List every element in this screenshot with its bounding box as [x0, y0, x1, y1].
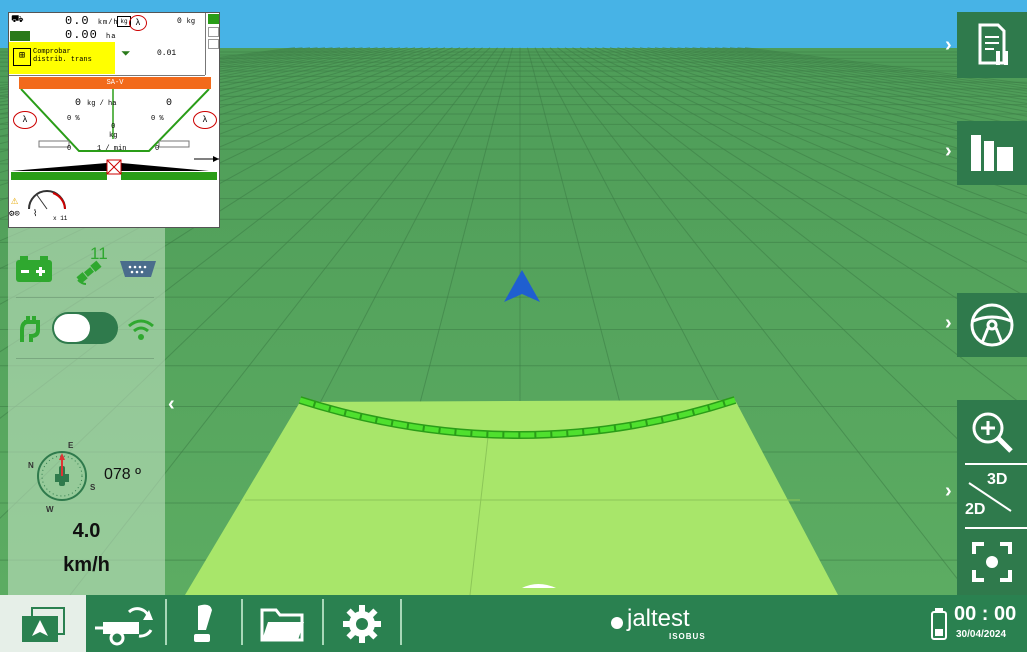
spread-bar — [11, 156, 219, 180]
view-chevron[interactable]: › — [945, 480, 952, 503]
brand-name: jaltest — [627, 605, 690, 632]
sections-icon — [971, 135, 1013, 171]
status-panel: 11 E N S W 078 º 4.0 km/h — [8, 228, 165, 595]
tab-settings[interactable] — [324, 595, 400, 652]
view-mode-toggle[interactable]: 3D 2D — [957, 465, 1027, 527]
tab-map[interactable] — [0, 595, 86, 652]
wifi-icon — [128, 319, 154, 340]
mode-2d-label: 2D — [965, 501, 986, 518]
pto-icon: ⚙⊙ — [9, 209, 20, 219]
ground-speed-value: 4.0 — [72, 520, 101, 542]
left-pct: 0 % — [67, 115, 80, 123]
distributor-icon: ⊞ — [13, 48, 31, 66]
isobus-rate: 0.01 — [157, 49, 177, 58]
right-lambda-icon: λ — [193, 111, 217, 129]
alert-icon: ⚠ — [11, 194, 19, 208]
compass-w: W — [46, 505, 54, 514]
center-view-button[interactable] — [957, 529, 1027, 595]
isobus-speed: 0.0 km/h — [65, 14, 119, 28]
steering-wheel-icon — [970, 303, 1014, 347]
compass-n: N — [28, 461, 34, 470]
sections-button[interactable] — [957, 121, 1027, 185]
implement-sync-icon — [95, 606, 153, 645]
zoom-in-icon — [972, 412, 1013, 453]
ground-speed-unit: km/h — [63, 554, 110, 576]
funnel-icon: ⏷ — [121, 47, 131, 61]
warning-box[interactable]: ⊞ Comprobar distrib. trans — [9, 42, 115, 74]
tab-implement[interactable] — [86, 595, 164, 652]
steering-chevron[interactable]: › — [945, 312, 952, 335]
multiplier: x 11 — [53, 215, 68, 222]
tab-operator[interactable] — [167, 595, 239, 652]
sections-chevron[interactable]: › — [945, 140, 952, 163]
plug-icon — [20, 316, 40, 342]
satellite-count: 11 — [90, 244, 108, 263]
isobus-weight: 0 kg — [177, 17, 196, 26]
serial-port-icon — [120, 261, 156, 277]
battery-level-icon — [931, 608, 947, 640]
tank-level-gauge — [205, 13, 222, 75]
tab-files[interactable] — [243, 595, 321, 652]
folder-icon — [260, 608, 304, 641]
left-lambda-icon: λ — [13, 111, 37, 129]
rpm-gauge — [28, 190, 66, 210]
bottom-separator-4 — [400, 599, 402, 645]
view-controls: 3D 2D — [957, 400, 1027, 595]
right-value: 0 — [166, 98, 173, 109]
battery-icon — [16, 256, 52, 282]
mode-3d-label: 3D — [987, 471, 1008, 488]
compass-s: S — [90, 483, 96, 492]
isobus-title-bar: SA-V — [19, 77, 211, 89]
divider-top — [16, 297, 154, 298]
compass-e: E — [68, 441, 74, 450]
gear-icon — [343, 604, 381, 643]
divider-bottom — [16, 358, 154, 359]
tractor-icon: ⛟ — [11, 15, 24, 26]
clock: 00 : 00 — [954, 603, 1017, 625]
center-focus-icon — [972, 542, 1012, 582]
report-chevron[interactable]: › — [945, 34, 952, 57]
brand-dot — [611, 617, 623, 629]
joystick-icon — [194, 604, 212, 642]
report-pause-button[interactable] — [957, 12, 1027, 78]
rpm-unit: 1 / min — [97, 145, 127, 153]
dose-value: 0 kg / ha — [75, 98, 117, 109]
right-pct: 0 % — [151, 115, 164, 123]
brand-sub: ISOBUS — [669, 632, 706, 641]
center-weight: 0 kg — [109, 123, 118, 140]
left-panel: ⛟ 0.0 km/h 0.00 ha kg λ 0 kg ⊞ Comprobar… — [0, 0, 222, 595]
date: 30/04/2024 — [956, 629, 1007, 640]
spreader-icon: ⌇ — [33, 209, 38, 219]
isobus-terminal[interactable]: ⛟ 0.0 km/h 0.00 ha kg λ 0 kg ⊞ Comprobar… — [8, 12, 220, 228]
field-icon — [10, 31, 30, 41]
heading-value: 078 º — [104, 466, 141, 483]
bottom-bar: jaltest ISOBUS 00 : 00 30/04/2024 — [0, 595, 1027, 652]
connection-toggle[interactable] — [52, 312, 118, 344]
lambda-icon: λ — [129, 15, 147, 31]
warning-text: Comprobar distrib. trans — [33, 48, 92, 64]
zoom-in-button[interactable] — [957, 400, 1027, 463]
compass-icon: E N S W — [28, 441, 96, 514]
steering-button[interactable] — [957, 293, 1027, 357]
map-tab-icon — [22, 606, 65, 642]
isobus-area: 0.00 ha — [65, 28, 117, 42]
left-panel-collapse-chevron[interactable]: ‹ — [168, 393, 175, 416]
report-pause-icon — [978, 23, 1008, 65]
right-flow: 0 — [155, 145, 160, 153]
left-flow: 0 — [67, 145, 72, 153]
